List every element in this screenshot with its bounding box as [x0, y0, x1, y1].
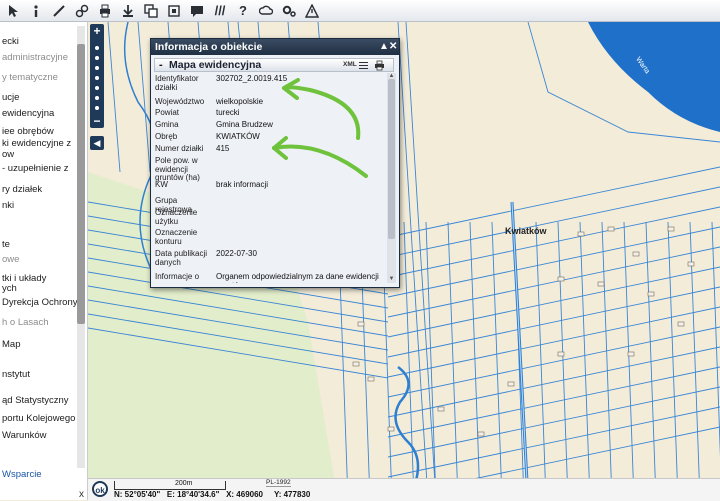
collapse-panel-button[interactable]: ◀: [90, 136, 104, 150]
sidebar-item[interactable]: iee obrębów: [2, 126, 54, 137]
sidebar-item[interactable]: Map: [2, 339, 20, 350]
sidebar-item[interactable]: ecki: [2, 36, 19, 47]
warning-icon[interactable]: [303, 2, 321, 20]
layers-sidebar: ecki administracyjne y tematyczne ucje ewide…: [0, 22, 88, 500]
attribute-label: Gmina: [155, 120, 179, 129]
annotation-arrow-bottom: [272, 144, 368, 178]
zoom-out-button[interactable]: −: [90, 114, 104, 128]
info-icon[interactable]: [27, 2, 45, 20]
sidebar-item[interactable]: ucje: [2, 92, 19, 103]
list-icon[interactable]: [358, 60, 369, 71]
scale-bar: 200m: [114, 480, 226, 490]
sidebar-item[interactable]: h o Lasach: [2, 317, 48, 328]
sidebar-item[interactable]: nki: [2, 200, 14, 211]
sidebar-scrollbar[interactable]: [77, 26, 85, 468]
scroll-down-icon[interactable]: ▼: [387, 276, 396, 283]
attribute-value: Organem odpowiedzialnym za dane ewidencj…: [216, 272, 379, 283]
section-header[interactable]: - Mapa ewidencyjna XML: [154, 58, 394, 72]
place-label: Kwiatków: [505, 226, 547, 236]
sidebar-item[interactable]: ąd Statystyczny: [2, 395, 69, 406]
dialog-title: Informacja o obiekcie: [155, 41, 263, 53]
scale-label: 200m: [175, 480, 193, 487]
attribute-label: Województwo: [155, 97, 205, 106]
coordinates-readout: N: 52°05'40" E: 18°40'34.6" X: 469060 Y:…: [114, 490, 311, 499]
attribute-label: Oznaczenie użytku: [155, 208, 198, 226]
attribute-label: Informacje o: [155, 272, 200, 281]
zoom-level-dot[interactable]: [95, 106, 99, 110]
zoom-in-button[interactable]: +: [90, 24, 104, 38]
close-sidebar-button[interactable]: x: [79, 489, 84, 500]
sidebar-item[interactable]: y tematyczne: [2, 72, 58, 83]
status-bar: ok 200m PL-1992 N: 52°05'40" E: 18°40'34…: [88, 478, 720, 501]
sidebar-item[interactable]: nstytut: [2, 369, 30, 380]
attribute-label: Numer działki: [155, 144, 204, 153]
attribute-label: Identyfikator działki: [155, 74, 199, 92]
minimize-button[interactable]: ▲: [379, 39, 389, 55]
sidebar-scroll-thumb[interactable]: [77, 44, 85, 324]
attribute-label: Pole pow. w ewidencji gruntów (ha): [155, 156, 200, 182]
hatch-icon[interactable]: ///: [211, 2, 229, 20]
cloud-icon[interactable]: [257, 2, 275, 20]
comment-icon[interactable]: [188, 2, 206, 20]
sidebar-item[interactable]: ych: [2, 283, 17, 294]
sidebar-item[interactable]: Dyrekcja Ochrony: [2, 297, 78, 308]
sidebar-item[interactable]: administracyjne: [2, 52, 68, 63]
attribute-label: Powiat: [155, 108, 180, 117]
dialog-titlebar[interactable]: Informacja o obiekcie ▲ ✕: [151, 39, 399, 55]
zoom-control: + −: [90, 24, 104, 128]
zoom-level-dot[interactable]: [95, 76, 99, 80]
water-body: [588, 22, 720, 132]
attribute-label: Oznaczenie konturu: [155, 228, 198, 246]
zoom-level-dot[interactable]: [95, 96, 99, 100]
sidebar-item[interactable]: owe: [2, 254, 19, 265]
sidebar-footer: Wsparcie x: [0, 469, 87, 500]
settings-icon[interactable]: [280, 2, 298, 20]
download-icon[interactable]: [119, 2, 137, 20]
print-icon[interactable]: [374, 60, 385, 71]
crs-select[interactable]: PL-1992: [266, 479, 291, 487]
attribute-label: KW: [155, 180, 168, 189]
select-icon[interactable]: [4, 2, 22, 20]
ok-button[interactable]: ok: [92, 481, 108, 497]
close-dialog-button[interactable]: ✕: [389, 39, 397, 55]
attribute-value: 2022-07-30: [216, 249, 257, 258]
ruler-icon[interactable]: [50, 2, 68, 20]
collapse-section-button[interactable]: -: [159, 59, 163, 71]
zoom-level-dot[interactable]: [95, 46, 99, 50]
zoom-level-dot[interactable]: [95, 66, 99, 70]
sidebar-item[interactable]: Warunków: [2, 430, 47, 441]
support-link[interactable]: Wsparcie: [2, 469, 42, 480]
zoom-level-dot[interactable]: [95, 86, 99, 90]
sidebar-item[interactable]: ry działek: [2, 184, 42, 195]
main-toolbar: /// ?: [0, 0, 720, 22]
attribute-label: Data publikacji danych: [155, 249, 208, 267]
print-icon[interactable]: [96, 2, 114, 20]
sidebar-item[interactable]: ewidencyjna: [2, 108, 54, 119]
zoom-level-dot[interactable]: [95, 56, 99, 60]
attribute-label: Obręb: [155, 132, 178, 141]
copy-icon[interactable]: [165, 2, 183, 20]
sidebar-item[interactable]: ki ewidencyjne z: [2, 138, 71, 149]
annotation-arrows: [272, 78, 368, 178]
link-icon[interactable]: [73, 2, 91, 20]
sidebar-item[interactable]: te: [2, 239, 10, 250]
xml-export-button[interactable]: XML: [343, 61, 357, 68]
layers-icon[interactable]: [142, 2, 160, 20]
help-icon[interactable]: ?: [234, 2, 252, 20]
sidebar-item[interactable]: ow: [2, 149, 14, 160]
sidebar-item[interactable]: portu Kolejowego: [2, 413, 75, 424]
section-title: Mapa ewidencyjna: [169, 59, 262, 71]
sidebar-item[interactable]: - uzupełnienie z: [2, 163, 69, 174]
